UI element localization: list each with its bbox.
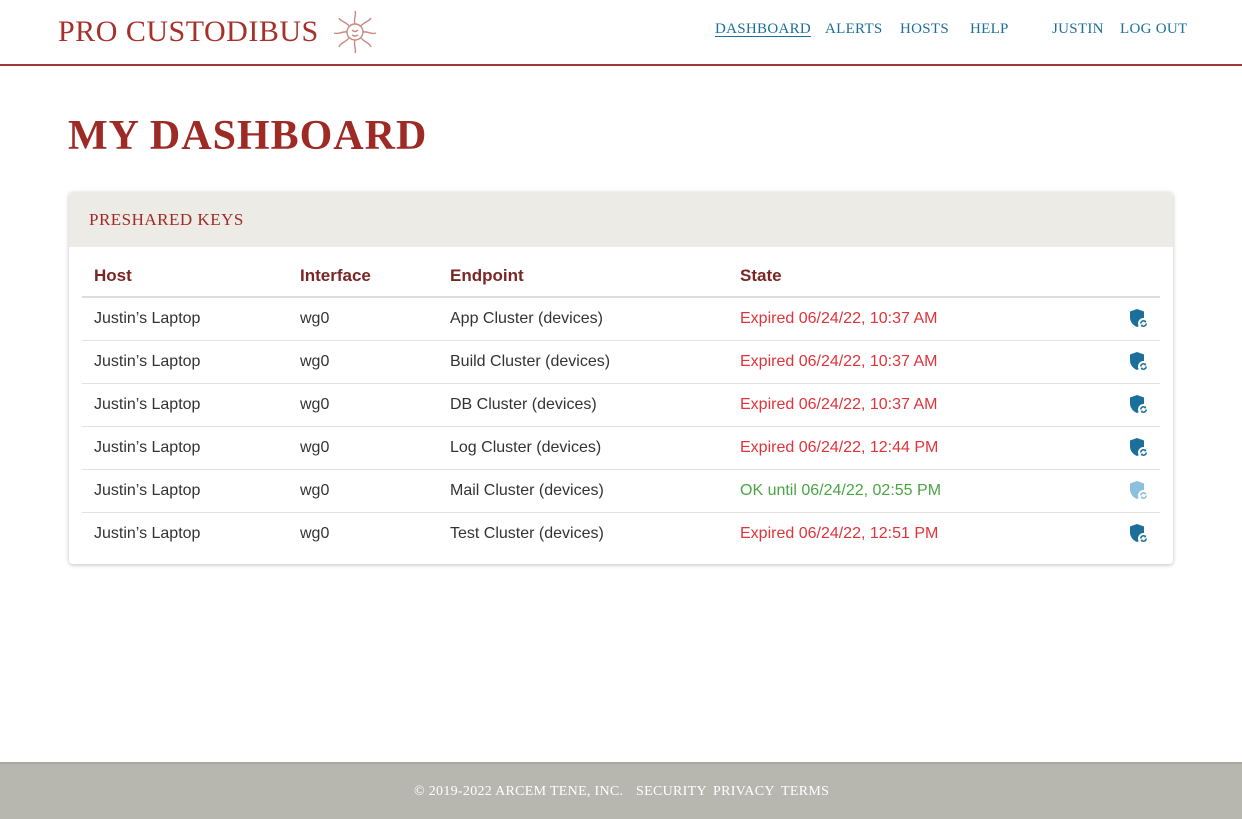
column-header-state: State	[740, 266, 782, 285]
table-row: Justin’s Laptop wg0 DB Cluster (devices)…	[82, 384, 1160, 427]
nav-hosts[interactable]: HOSTS	[900, 21, 949, 38]
endpoint-link[interactable]: Build Cluster (devices)	[450, 353, 610, 371]
nav-help[interactable]: HELP	[970, 21, 1009, 38]
interface-link[interactable]: wg0	[300, 525, 329, 543]
table-row: Justin’s Laptop wg0 Log Cluster (devices…	[82, 427, 1160, 470]
host-link[interactable]: Justin’s Laptop	[94, 310, 200, 328]
shield-rotate-icon[interactable]	[1128, 308, 1150, 330]
shield-rotate-icon[interactable]	[1128, 394, 1150, 416]
nav-dashboard[interactable]: DASHBOARD	[715, 21, 811, 38]
host-link[interactable]: Justin’s Laptop	[94, 525, 200, 543]
table-header: Host Interface Endpoint State	[82, 258, 1160, 298]
interface-link[interactable]: wg0	[300, 439, 329, 457]
card-title: PRESHARED KEYS	[89, 209, 244, 229]
state-text: OK until 06/24/22, 02:55 PM	[740, 482, 942, 499]
table-row: Justin’s Laptop wg0 Test Cluster (device…	[82, 513, 1160, 556]
endpoint-link[interactable]: Log Cluster (devices)	[450, 439, 601, 457]
page-title: MY DASHBOARD	[68, 113, 428, 159]
host-link[interactable]: Justin’s Laptop	[94, 482, 200, 500]
column-header-interface: Interface	[300, 266, 371, 285]
host-link[interactable]: Justin’s Laptop	[94, 439, 200, 457]
shield-rotate-icon[interactable]	[1128, 480, 1150, 502]
table-row: Justin’s Laptop wg0 Mail Cluster (device…	[82, 470, 1160, 513]
brand-name: PRO CUSTODIBUS	[58, 15, 319, 48]
column-header-host: Host	[94, 266, 132, 285]
column-header-endpoint: Endpoint	[450, 266, 524, 285]
footer-terms-link[interactable]: TERMS	[781, 784, 829, 800]
endpoint-link[interactable]: Test Cluster (devices)	[450, 525, 604, 543]
endpoint-link[interactable]: App Cluster (devices)	[450, 310, 603, 328]
table-row: Justin’s Laptop wg0 Build Cluster (devic…	[82, 341, 1160, 384]
state-text: Expired 06/24/22, 10:37 AM	[740, 310, 938, 327]
footer-copyright: © 2019-2022 ARCEM TENE, INC.	[414, 784, 624, 799]
footer: © 2019-2022 ARCEM TENE, INC. SECURITY PR…	[0, 762, 1242, 819]
footer-privacy-link[interactable]: PRIVACY	[713, 784, 775, 800]
interface-link[interactable]: wg0	[300, 353, 329, 371]
preshared-keys-table: Host Interface Endpoint State Justin’s L…	[82, 258, 1160, 556]
interface-link[interactable]: wg0	[300, 310, 329, 328]
endpoint-link[interactable]: DB Cluster (devices)	[450, 396, 597, 414]
shield-rotate-icon[interactable]	[1128, 351, 1150, 373]
state-text: Expired 06/24/22, 12:44 PM	[740, 439, 939, 456]
host-link[interactable]: Justin’s Laptop	[94, 396, 200, 414]
brand-link[interactable]: PRO CUSTODIBUS	[58, 8, 379, 56]
nav-user[interactable]: JUSTIN	[1052, 21, 1104, 38]
preshared-keys-card: PRESHARED KEYS Host Interface Endpoint S…	[69, 192, 1173, 564]
state-text: Expired 06/24/22, 10:37 AM	[740, 353, 938, 370]
shield-rotate-icon[interactable]	[1128, 437, 1150, 459]
medusa-logo-icon	[333, 10, 376, 54]
state-text: Expired 06/24/22, 12:51 PM	[740, 525, 939, 542]
interface-link[interactable]: wg0	[300, 396, 329, 414]
endpoint-link[interactable]: Mail Cluster (devices)	[450, 482, 604, 500]
nav-logout[interactable]: LOG OUT	[1120, 21, 1188, 38]
nav-alerts[interactable]: ALERTS	[825, 21, 883, 38]
footer-security-link[interactable]: SECURITY	[636, 784, 707, 800]
host-link[interactable]: Justin’s Laptop	[94, 353, 200, 371]
table-row: Justin’s Laptop wg0 App Cluster (devices…	[82, 298, 1160, 341]
shield-rotate-icon[interactable]	[1128, 523, 1150, 545]
interface-link[interactable]: wg0	[300, 482, 329, 500]
state-text: Expired 06/24/22, 10:37 AM	[740, 396, 938, 413]
top-navbar: PRO CUSTODIBUS DASHBOARD ALERTS HOSTS HE…	[0, 0, 1242, 66]
card-header: PRESHARED KEYS	[69, 192, 1173, 247]
